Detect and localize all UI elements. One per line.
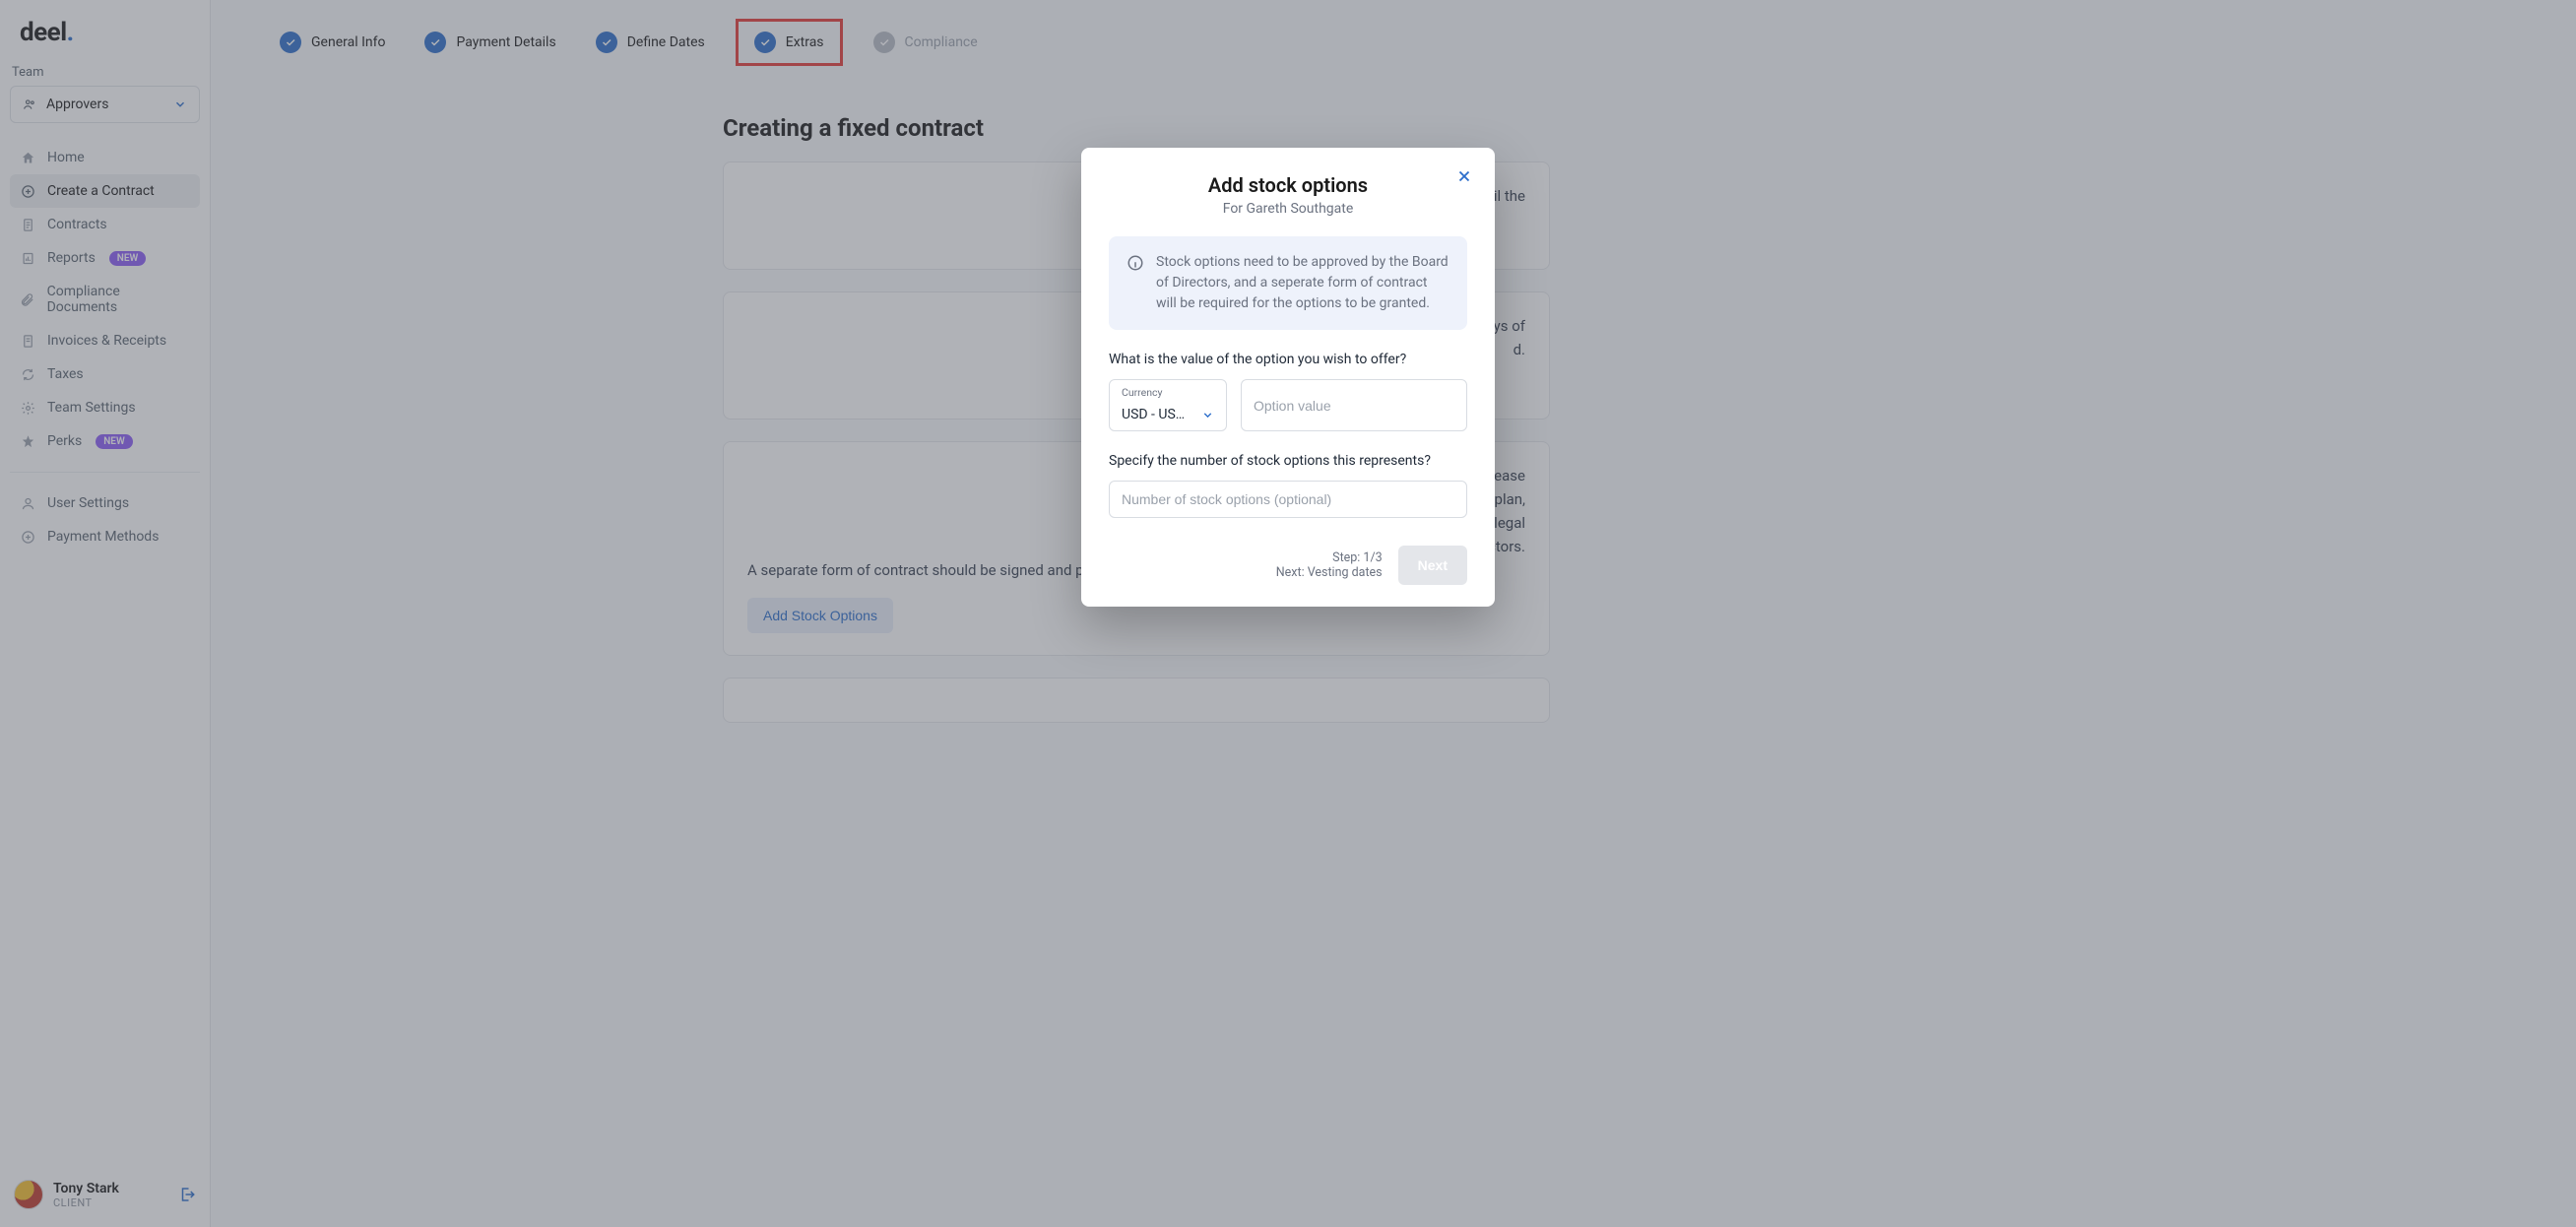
next-step-hint: Next: Vesting dates (1276, 565, 1383, 580)
chevron-down-icon (1201, 409, 1214, 421)
modal-footer: Step: 1/3 Next: Vesting dates Next (1109, 546, 1467, 585)
currency-mini-label: Currency (1122, 386, 1214, 399)
step-info: Step: 1/3 Next: Vesting dates (1276, 550, 1383, 580)
modal-title: Add stock options (1109, 173, 1467, 197)
close-icon[interactable] (1455, 167, 1473, 185)
modal-overlay[interactable]: Add stock options For Gareth Southgate S… (0, 0, 2576, 1227)
info-icon (1127, 254, 1144, 314)
quantity-label: Specify the number of stock options this… (1109, 453, 1467, 469)
quantity-input-wrap (1109, 481, 1467, 518)
value-label: What is the value of the option you wish… (1109, 352, 1467, 367)
info-box: Stock options need to be approved by the… (1109, 236, 1467, 330)
add-stock-options-modal: Add stock options For Gareth Southgate S… (1081, 148, 1495, 607)
step-counter: Step: 1/3 (1276, 550, 1383, 565)
modal-subtitle: For Gareth Southgate (1109, 201, 1467, 217)
option-value-input-wrap (1241, 379, 1467, 431)
currency-value: USD - US… (1122, 407, 1185, 422)
quantity-input[interactable] (1122, 491, 1454, 507)
info-text: Stock options need to be approved by the… (1156, 252, 1449, 314)
currency-select[interactable]: Currency USD - US… (1109, 379, 1227, 431)
next-button[interactable]: Next (1398, 546, 1467, 585)
option-value-input[interactable] (1254, 398, 1454, 414)
